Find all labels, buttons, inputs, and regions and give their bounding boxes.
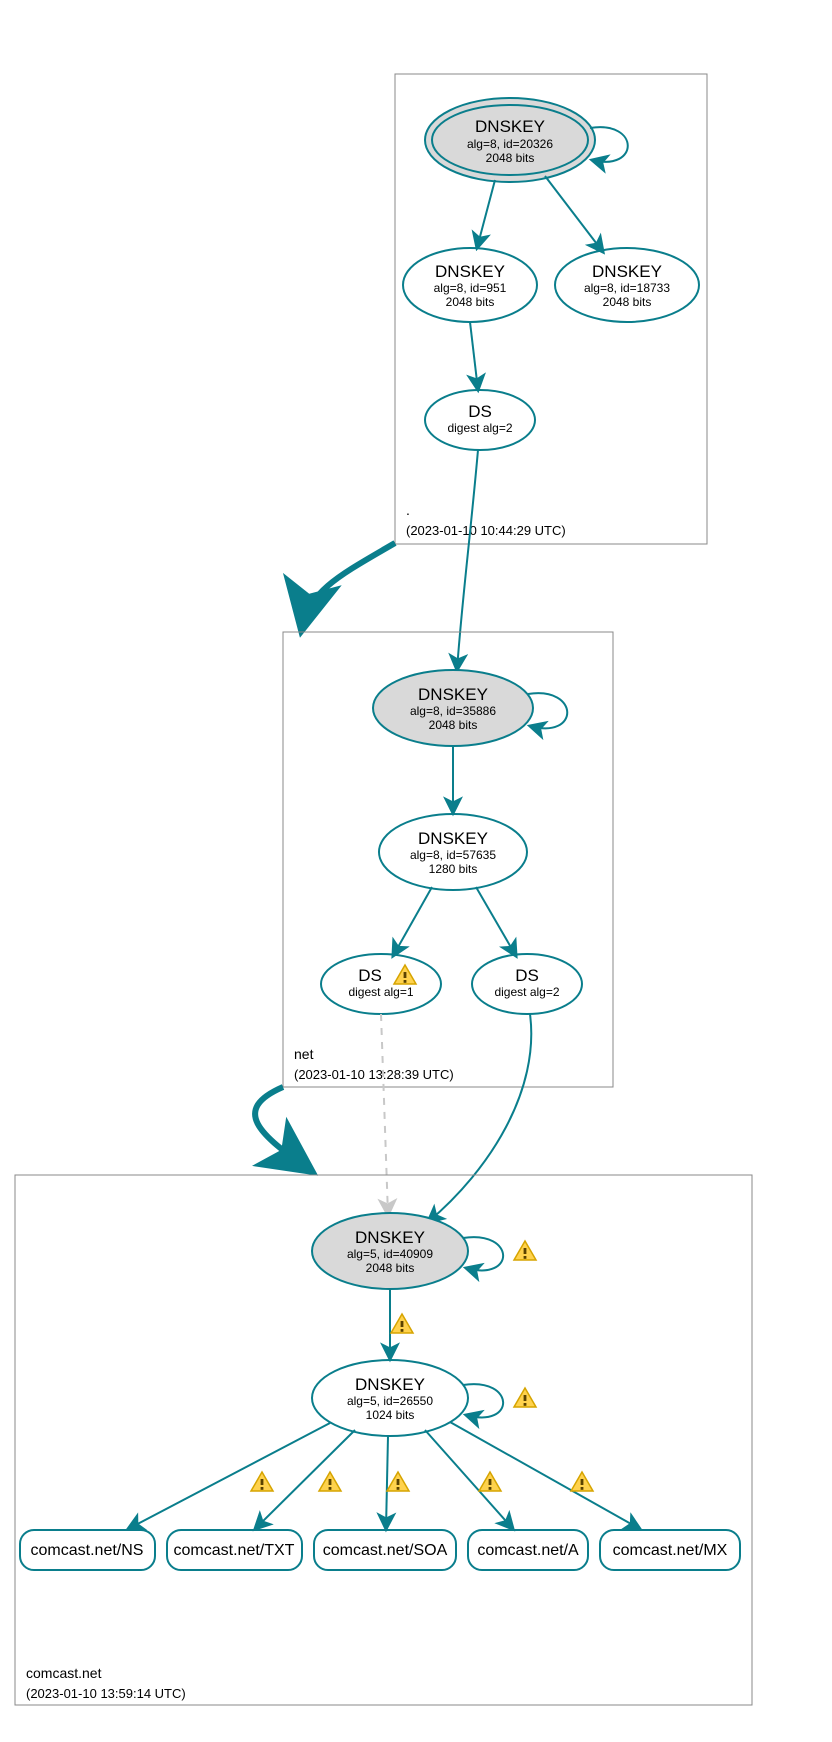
svg-text:2048 bits: 2048 bits	[366, 1261, 415, 1275]
svg-text:DNSKEY: DNSKEY	[592, 262, 662, 281]
zone-comcast: comcast.net (2023-01-10 13:59:14 UTC) DN…	[15, 1175, 752, 1705]
svg-text:DS: DS	[358, 966, 382, 985]
node-cc-mx: comcast.net/MX	[600, 1530, 740, 1570]
warning-icon	[571, 1472, 593, 1491]
svg-text:alg=5, id=26550: alg=5, id=26550	[347, 1394, 433, 1408]
node-root-ds: DS digest alg=2	[425, 390, 535, 450]
edge-cczsk-txt	[255, 1430, 355, 1529]
svg-text:DS: DS	[515, 966, 539, 985]
node-net-zsk: DNSKEY alg=8, id=57635 1280 bits	[379, 814, 527, 890]
edge-netds1-ccksk	[381, 1014, 388, 1215]
svg-text:comcast.net/TXT: comcast.net/TXT	[174, 1542, 295, 1559]
svg-text:alg=5, id=40909: alg=5, id=40909	[347, 1247, 433, 1261]
zone-root-label: .	[406, 502, 410, 518]
warning-icon	[319, 1472, 341, 1491]
edge-rootzsk1-ds	[470, 322, 478, 390]
node-cc-ksk: DNSKEY alg=5, id=40909 2048 bits	[312, 1213, 468, 1289]
svg-text:DNSKEY: DNSKEY	[418, 829, 488, 848]
zone-root-ts: (2023-01-10 10:44:29 UTC)	[406, 523, 566, 538]
warning-icon	[251, 1472, 273, 1491]
svg-text:DNSKEY: DNSKEY	[355, 1228, 425, 1247]
svg-text:2048 bits: 2048 bits	[429, 718, 478, 732]
svg-text:2048 bits: 2048 bits	[446, 295, 495, 309]
svg-text:1280 bits: 1280 bits	[429, 862, 478, 876]
edge-cczsk-a	[425, 1430, 513, 1529]
node-root-zsk2: DNSKEY alg=8, id=18733 2048 bits	[555, 248, 699, 322]
node-root-ksk: DNSKEY alg=8, id=20326 2048 bits	[425, 98, 595, 182]
node-net-ksk: DNSKEY alg=8, id=35886 2048 bits	[373, 670, 533, 746]
svg-text:alg=8, id=951: alg=8, id=951	[434, 281, 507, 295]
svg-text:comcast.net/A: comcast.net/A	[477, 1542, 579, 1559]
edge-ccksk-self	[463, 1237, 503, 1270]
edge-root-ksk-self	[590, 127, 628, 162]
zone-root: . (2023-01-10 10:44:29 UTC) DNSKEY alg=8…	[395, 74, 707, 544]
warning-icon	[479, 1472, 501, 1491]
delegation-net-comcast	[255, 1087, 310, 1170]
svg-text:digest alg=1: digest alg=1	[348, 985, 413, 999]
edge-cczsk-self	[463, 1384, 503, 1417]
svg-text:1024 bits: 1024 bits	[366, 1408, 415, 1422]
node-cc-ns: comcast.net/NS	[20, 1530, 155, 1570]
dnssec-graph: . (2023-01-10 10:44:29 UTC) DNSKEY alg=8…	[0, 0, 832, 1742]
node-net-ds2: DS digest alg=2	[472, 954, 582, 1014]
warning-icon	[514, 1388, 536, 1407]
warning-icon	[514, 1241, 536, 1260]
svg-text:alg=8, id=57635: alg=8, id=57635	[410, 848, 496, 862]
svg-text:digest alg=2: digest alg=2	[447, 421, 512, 435]
warning-icon	[391, 1314, 413, 1333]
edge-cczsk-mx	[450, 1422, 640, 1529]
edge-rootksk-zsk1	[477, 180, 495, 248]
svg-text:2048 bits: 2048 bits	[603, 295, 652, 309]
node-net-ds1: DS digest alg=1	[321, 954, 441, 1014]
svg-text:DNSKEY: DNSKEY	[355, 1375, 425, 1394]
delegation-root-net	[302, 543, 395, 628]
svg-text:2048 bits: 2048 bits	[486, 151, 535, 165]
zone-net-label: net	[294, 1046, 314, 1062]
edge-netzsk-ds1	[393, 887, 432, 956]
edge-netds2-ccksk	[428, 1014, 531, 1222]
edge-netksk-self	[528, 693, 567, 728]
edge-rootds-netksk	[457, 450, 478, 670]
svg-text:digest alg=2: digest alg=2	[494, 985, 559, 999]
edge-cczsk-soa	[386, 1436, 388, 1529]
node-cc-a: comcast.net/A	[468, 1530, 588, 1570]
svg-text:DNSKEY: DNSKEY	[475, 117, 545, 136]
edge-rootksk-zsk2	[545, 176, 603, 252]
svg-text:DNSKEY: DNSKEY	[435, 262, 505, 281]
svg-text:alg=8, id=35886: alg=8, id=35886	[410, 704, 496, 718]
node-root-zsk1: DNSKEY alg=8, id=951 2048 bits	[403, 248, 537, 322]
svg-text:comcast.net/MX: comcast.net/MX	[613, 1542, 728, 1559]
svg-text:DS: DS	[468, 402, 492, 421]
svg-text:DNSKEY: DNSKEY	[418, 685, 488, 704]
zone-net-ts: (2023-01-10 13:28:39 UTC)	[294, 1067, 454, 1082]
node-cc-txt: comcast.net/TXT	[167, 1530, 302, 1570]
node-cc-soa: comcast.net/SOA	[314, 1530, 456, 1570]
edge-netzsk-ds2	[476, 887, 516, 956]
zone-net: net (2023-01-10 13:28:39 UTC) DNSKEY alg…	[283, 632, 613, 1087]
svg-text:alg=8, id=18733: alg=8, id=18733	[584, 281, 670, 295]
edge-cczsk-ns	[128, 1423, 330, 1529]
zone-comcast-label: comcast.net	[26, 1665, 102, 1681]
zone-comcast-ts: (2023-01-10 13:59:14 UTC)	[26, 1686, 186, 1701]
svg-text:comcast.net/NS: comcast.net/NS	[31, 1542, 144, 1559]
svg-text:alg=8, id=20326: alg=8, id=20326	[467, 137, 553, 151]
warning-icon	[387, 1472, 409, 1491]
svg-text:comcast.net/SOA: comcast.net/SOA	[323, 1542, 448, 1559]
node-cc-zsk: DNSKEY alg=5, id=26550 1024 bits	[312, 1360, 468, 1436]
